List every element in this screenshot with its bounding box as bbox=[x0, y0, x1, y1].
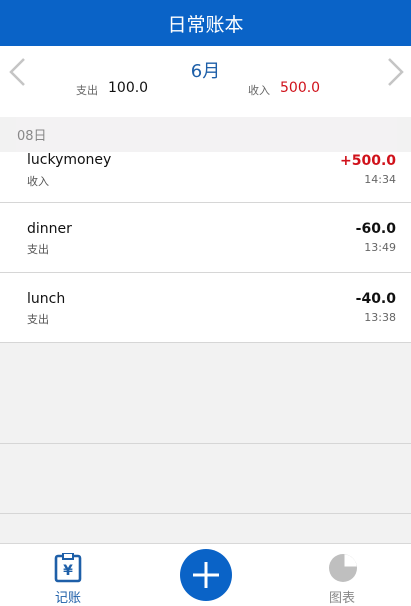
next-month-button[interactable] bbox=[383, 56, 407, 88]
transaction-time: 14:34 bbox=[364, 173, 396, 186]
add-icon bbox=[193, 562, 219, 588]
add-transaction-button[interactable] bbox=[180, 549, 232, 601]
month-summary: 6月 支出 100.0 收入 500.0 bbox=[0, 46, 411, 104]
transaction-list: 08日 luckymoney 收入 +500.0 14:34 dinner 支出… bbox=[0, 104, 411, 544]
chevron-right-icon bbox=[388, 58, 404, 86]
expense-label: 支出 bbox=[76, 84, 98, 97]
date-header: 08日 bbox=[16, 117, 397, 152]
svg-text:¥: ¥ bbox=[63, 563, 73, 579]
income-total: 500.0 bbox=[280, 80, 321, 96]
tab-ledger[interactable]: ¥ 记账 bbox=[28, 544, 108, 606]
list-spacer bbox=[0, 104, 411, 117]
transaction-time: 13:49 bbox=[364, 241, 396, 254]
transaction-amount: -40.0 bbox=[355, 291, 396, 307]
current-month[interactable]: 6月 bbox=[0, 57, 411, 83]
ledger-icon: ¥ bbox=[54, 553, 82, 583]
tab-chart-label: 图表 bbox=[328, 591, 355, 606]
tab-chart[interactable]: 图表 bbox=[302, 544, 382, 606]
transaction-type: 支出 bbox=[27, 243, 49, 256]
transaction-name: dinner bbox=[27, 221, 72, 237]
transaction-name: luckymoney bbox=[27, 152, 112, 168]
transaction-amount: +500.0 bbox=[339, 153, 396, 169]
app-title-bar: 日常账本 bbox=[0, 0, 411, 46]
transaction-amount: -60.0 bbox=[355, 221, 396, 237]
empty-row-divider bbox=[0, 443, 411, 444]
pie-chart-icon bbox=[329, 554, 357, 582]
transaction-type: 收入 bbox=[27, 175, 49, 188]
transaction-name: lunch bbox=[27, 291, 66, 307]
tab-ledger-label: 记账 bbox=[54, 591, 81, 606]
transaction-row-dinner[interactable]: dinner 支出 -60.0 13:49 bbox=[0, 203, 411, 273]
empty-row-divider bbox=[0, 513, 411, 514]
income-label: 收入 bbox=[248, 84, 270, 97]
transaction-time: 13:38 bbox=[364, 311, 396, 324]
expense-total: 100.0 bbox=[108, 80, 149, 96]
app-title: 日常账本 bbox=[167, 13, 244, 36]
transaction-row-luckymoney[interactable]: luckymoney 收入 +500.0 14:34 bbox=[0, 152, 411, 203]
transaction-row-lunch[interactable]: lunch 支出 -40.0 13:38 bbox=[0, 273, 411, 343]
transaction-type: 支出 bbox=[27, 313, 49, 326]
